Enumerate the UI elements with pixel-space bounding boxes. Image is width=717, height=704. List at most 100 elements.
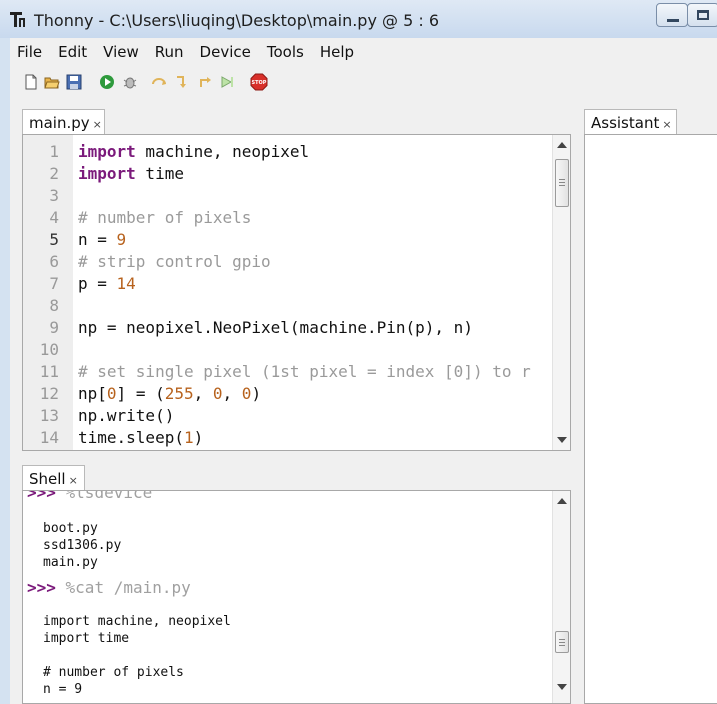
code-token: np = neopixel.NeoPixel(machine.Pin(p), n… xyxy=(78,318,473,337)
shell-output-line: n = 9 xyxy=(43,678,82,697)
shell-scrollbar[interactable] xyxy=(552,491,570,703)
close-icon[interactable]: × xyxy=(69,474,78,487)
code-line[interactable]: 13 np.write() xyxy=(23,406,551,428)
run-icon[interactable] xyxy=(99,74,115,90)
code-line[interactable]: 8 xyxy=(23,296,551,318)
tab-label: Assistant xyxy=(591,114,660,132)
code-token: # number of pixels xyxy=(78,208,252,227)
line-number: 14 xyxy=(39,428,59,447)
shell-output-line: main.py xyxy=(43,551,98,570)
code-token: time xyxy=(135,164,184,183)
line-number: 4 xyxy=(49,208,59,227)
code-text: # set single pixel (1st pixel = index [0… xyxy=(78,362,531,381)
resume-icon[interactable] xyxy=(219,74,235,90)
shell-panel[interactable]: >>> %lsdevice boot.py ssd1306.py main.py >>>… xyxy=(22,490,571,704)
shell-command-line: >>> %lsdevice xyxy=(27,490,153,502)
menu-run[interactable]: Run xyxy=(147,43,192,61)
line-number: 1 xyxy=(49,142,59,161)
scroll-up-icon[interactable] xyxy=(557,142,567,148)
maximize-icon xyxy=(697,10,709,20)
code-line[interactable]: 12 np[0] = (255, 0, 0) xyxy=(23,384,551,406)
code-token: 0 xyxy=(106,384,117,403)
code-token: ) xyxy=(193,428,204,447)
close-icon[interactable]: × xyxy=(93,118,102,131)
code-text: np[0] = (255, 0, 0) xyxy=(78,384,261,403)
code-token: 0 xyxy=(212,384,223,403)
code-token: , xyxy=(193,384,213,403)
code-token: ) xyxy=(251,384,262,403)
shell-command-line: >>> %cat /main.py xyxy=(27,578,191,597)
code-text: # strip control gpio xyxy=(78,252,271,271)
code-text: np = neopixel.NeoPixel(machine.Pin(p), n… xyxy=(78,318,473,337)
code-token: np[ xyxy=(78,384,107,403)
title-bar: Thonny - C:\Users\liuqing\Desktop\main.p… xyxy=(0,0,717,38)
code-text: import machine, neopixel xyxy=(78,142,309,161)
maximize-button[interactable] xyxy=(687,3,717,27)
debug-icon[interactable] xyxy=(122,74,138,90)
editor-scrollbar[interactable] xyxy=(552,135,570,450)
code-line[interactable]: 10 xyxy=(23,340,551,362)
stop-icon[interactable]: STOP xyxy=(250,73,268,91)
line-number: 3 xyxy=(49,186,59,205)
tab-main-py[interactable]: main.py × xyxy=(22,109,105,134)
scroll-down-icon[interactable] xyxy=(557,437,567,443)
step-into-icon[interactable] xyxy=(174,74,190,90)
editor-scroll-thumb[interactable] xyxy=(555,159,569,207)
minimize-icon xyxy=(667,19,679,22)
menu-help[interactable]: Help xyxy=(312,43,362,61)
code-line[interactable]: 2 import time xyxy=(23,164,551,186)
window-title: Thonny - C:\Users\liuqing\Desktop\main.p… xyxy=(34,11,440,30)
shell-output-line: import time xyxy=(43,627,129,646)
code-line[interactable]: 11 # set single pixel (1st pixel = index … xyxy=(23,362,551,384)
shell-scroll-thumb[interactable] xyxy=(555,631,569,653)
line-number: 7 xyxy=(49,274,59,293)
code-line[interactable]: 5 n = 9 xyxy=(23,230,551,252)
line-number: 6 xyxy=(49,252,59,271)
code-token: machine, neopixel xyxy=(135,142,310,161)
code-text: # number of pixels xyxy=(78,208,251,227)
menu-edit[interactable]: Edit xyxy=(50,43,95,61)
code-token: import xyxy=(78,164,136,183)
tab-assistant[interactable]: Assistant × xyxy=(584,109,677,134)
tab-shell[interactable]: Shell × xyxy=(22,465,85,490)
menu-view[interactable]: View xyxy=(95,43,147,61)
code-editor[interactable]: 1 import machine, neopixel 2 import time 3 4 #… xyxy=(22,134,571,451)
code-line[interactable]: 4 # number of pixels xyxy=(23,208,551,230)
scroll-down-icon[interactable] xyxy=(557,684,567,690)
line-number: 5 xyxy=(49,230,59,249)
close-icon[interactable]: × xyxy=(662,118,671,131)
code-line[interactable]: 1 import machine, neopixel xyxy=(23,142,551,164)
shell-output: n = 9 xyxy=(43,682,83,697)
line-number: 10 xyxy=(39,340,59,359)
line-number: 8 xyxy=(49,296,59,315)
svg-text:STOP: STOP xyxy=(252,80,267,86)
menu-tools[interactable]: Tools xyxy=(259,43,312,61)
line-number: 13 xyxy=(39,406,59,425)
menu-file[interactable]: File xyxy=(10,43,50,61)
menu-bar: File Edit View Run Device Tools Help xyxy=(10,38,717,65)
shell-command: %lsdevice xyxy=(55,490,153,502)
scroll-up-icon[interactable] xyxy=(557,498,567,504)
toolbar: STOP xyxy=(10,65,717,101)
code-token: 1 xyxy=(183,428,194,447)
menu-device[interactable]: Device xyxy=(192,43,259,61)
code-text: n = 9 xyxy=(78,230,126,249)
code-text: np.write() xyxy=(78,406,174,425)
code-line[interactable]: 14 time.sleep(1) xyxy=(23,428,551,450)
code-text: import time xyxy=(78,164,184,183)
open-file-icon[interactable] xyxy=(44,74,60,90)
code-token: # strip control gpio xyxy=(78,252,271,271)
code-token: np.write() xyxy=(78,406,175,425)
code-line[interactable]: 9 np = neopixel.NeoPixel(machine.Pin(p), … xyxy=(23,318,551,340)
new-file-icon[interactable] xyxy=(23,74,39,90)
minimize-button[interactable] xyxy=(656,3,688,27)
step-out-icon[interactable] xyxy=(197,74,213,90)
step-over-icon[interactable] xyxy=(151,74,167,90)
code-line[interactable]: 6 # strip control gpio xyxy=(23,252,551,274)
shell-output: main.py xyxy=(43,555,98,570)
shell-output: import time xyxy=(43,631,130,646)
save-icon[interactable] xyxy=(66,74,82,90)
code-line[interactable]: 3 xyxy=(23,186,551,208)
thonny-logo-icon xyxy=(10,12,25,27)
code-line[interactable]: 7 p = 14 xyxy=(23,274,551,296)
